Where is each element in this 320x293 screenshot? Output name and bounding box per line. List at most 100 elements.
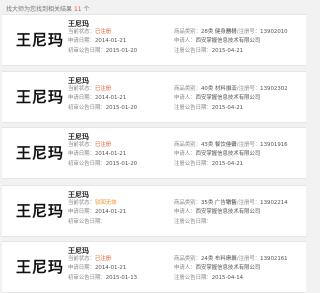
apply-date-label: 申请日期：: [68, 38, 95, 44]
reg-date-row: 注册公告日期：2015-04-21: [174, 105, 243, 111]
trademark-title[interactable]: 王尼玛: [68, 76, 89, 86]
status-badge: 已注册: [94, 29, 112, 35]
trademark-card[interactable]: 王尼玛 王尼玛 当前状态：已注册 申请日期：2014-01-21 初审公告日期：…: [2, 127, 306, 179]
results-prefix: 找大师为您找到相关结果: [6, 6, 73, 13]
prelim-date-row: 初审公告日期：2015-01-20: [68, 105, 137, 111]
applicant-value: 西安掌握信息技术有限公司: [195, 265, 261, 271]
apply-date-row: 申请日期：2014-01-21: [68, 95, 126, 101]
apply-date-label: 申请日期：: [68, 209, 95, 215]
trademark-logo-image[interactable]: 王尼玛: [16, 200, 64, 221]
apply-date-row: 申请日期：2014-01-21: [68, 265, 126, 271]
category-label: 商品类别：: [174, 86, 201, 92]
apply-date-row: 申请日期：2014-01-21: [68, 151, 126, 157]
reg-no-row: 申请/注册号：13902302: [226, 86, 288, 92]
trademark-logo-image[interactable]: 王尼玛: [16, 142, 64, 163]
applicant-value: 西安掌握信息技术有限公司: [195, 38, 261, 44]
category-label: 商品类别：: [174, 256, 201, 262]
applicant-label: 申请人：: [174, 151, 196, 157]
reg-date-value: 2015-04-21: [211, 48, 244, 54]
status-label: 当前状态：: [68, 200, 95, 206]
applicant-label: 申请人：: [174, 209, 196, 215]
prelim-date-value: 2015-01-20: [105, 105, 138, 111]
reg-no-row: 申请/注册号：13902214: [226, 200, 288, 206]
apply-date-label: 申请日期：: [68, 151, 95, 157]
reg-no-label: 申请/注册号：: [226, 200, 261, 206]
status-label: 当前状态：: [68, 29, 95, 35]
reg-date-label: 注册公告日期：: [174, 219, 212, 225]
trademark-title[interactable]: 王尼玛: [68, 190, 89, 200]
trademark-card[interactable]: 王尼玛 王尼玛 当前状态：驳回无效 申请日期：2014-01-21 初审公告日期…: [2, 185, 306, 237]
prelim-date-label: 初审公告日期：: [68, 105, 106, 111]
status-badge: 驳回无效: [94, 200, 117, 206]
apply-date-value: 2014-01-21: [94, 209, 127, 215]
reg-date-label: 注册公告日期：: [174, 48, 212, 54]
reg-no-row: 申请/注册号：13902010: [226, 29, 288, 35]
prelim-date-row: 初审公告日期：: [68, 219, 106, 225]
reg-date-row: 注册公告日期：2015-04-21: [174, 161, 243, 167]
prelim-date-label: 初审公告日期：: [68, 219, 106, 225]
apply-date-row: 申请日期：2014-01-21: [68, 38, 126, 44]
status-label: 当前状态：: [68, 86, 95, 92]
apply-date-value: 2014-01-21: [94, 151, 127, 157]
status-row: 当前状态：已注册: [68, 256, 111, 262]
apply-date-value: 2014-01-21: [94, 265, 127, 271]
trademark-title[interactable]: 王尼玛: [68, 19, 89, 29]
reg-no-label: 申请/注册号：: [226, 142, 261, 148]
applicant-value: 西安掌握信息技术有限公司: [195, 95, 261, 101]
trademark-card[interactable]: 王尼玛 王尼玛 当前状态：已注册 申请日期：2014-01-21 初审公告日期：…: [2, 71, 306, 123]
reg-no-label: 申请/注册号：: [226, 29, 261, 35]
trademark-title[interactable]: 王尼玛: [68, 132, 89, 142]
status-row: 当前状态：已注册: [68, 29, 111, 35]
reg-date-value: 2015-04-21: [211, 161, 244, 167]
applicant-value: 西安掌握信息技术有限公司: [195, 151, 261, 157]
applicant-row: 申请人：西安掌握信息技术有限公司: [174, 265, 260, 271]
prelim-date-value: 2015-01-20: [105, 48, 138, 54]
reg-date-row: 注册公告日期：: [174, 219, 212, 225]
status-label: 当前状态：: [68, 256, 95, 262]
applicant-label: 申请人：: [174, 38, 196, 44]
results-count: 11: [73, 6, 82, 13]
prelim-date-value: 2015-01-20: [105, 161, 138, 167]
status-row: 当前状态：驳回无效: [68, 200, 117, 206]
reg-date-label: 注册公告日期：: [174, 275, 212, 281]
applicant-label: 申请人：: [174, 265, 196, 271]
reg-date-label: 注册公告日期：: [174, 105, 212, 111]
applicant-row: 申请人：西安掌握信息技术有限公司: [174, 95, 260, 101]
prelim-date-label: 初审公告日期：: [68, 48, 106, 54]
applicant-label: 申请人：: [174, 95, 196, 101]
reg-no-row: 申请/注册号：13901916: [226, 142, 288, 148]
status-row: 当前状态：已注册: [68, 142, 111, 148]
reg-no-row: 申请/注册号：13902161: [226, 256, 288, 262]
category-label: 商品类别：: [174, 200, 201, 206]
results-summary: 找大师为您找到相关结果 11 个: [6, 4, 90, 13]
results-suffix: 个: [83, 6, 90, 13]
reg-no-label: 申请/注册号：: [226, 86, 261, 92]
apply-date-row: 申请日期：2014-01-21: [68, 209, 126, 215]
apply-date-value: 2014-01-21: [94, 95, 127, 101]
trademark-logo-image[interactable]: 王尼玛: [16, 86, 64, 107]
category-label: 商品类别：: [174, 142, 201, 148]
apply-date-value: 2014-01-21: [94, 38, 127, 44]
reg-no-value: 13902214: [260, 200, 288, 206]
applicant-row: 申请人：西安掌握信息技术有限公司: [174, 38, 260, 44]
reg-date-row: 注册公告日期：2015-04-14: [174, 275, 243, 281]
apply-date-label: 申请日期：: [68, 95, 95, 101]
trademark-logo-image[interactable]: 王尼玛: [16, 29, 64, 50]
trademark-card[interactable]: 王尼玛 王尼玛 当前状态：已注册 申请日期：2014-01-21 初审公告日期：…: [2, 14, 306, 66]
reg-no-label: 申请/注册号：: [226, 256, 261, 262]
status-label: 当前状态：: [68, 142, 95, 148]
trademark-title[interactable]: 王尼玛: [68, 246, 89, 256]
reg-no-value: 13901916: [260, 142, 288, 148]
trademark-card[interactable]: 王尼玛 王尼玛 当前状态：已注册 申请日期：2014-01-21 初审公告日期：…: [2, 241, 306, 293]
status-row: 当前状态：已注册: [68, 86, 111, 92]
status-badge: 已注册: [94, 142, 112, 148]
reg-no-value: 13902302: [260, 86, 288, 92]
prelim-date-label: 初审公告日期：: [68, 275, 106, 281]
trademark-logo-image[interactable]: 王尼玛: [16, 256, 64, 277]
status-badge: 已注册: [94, 86, 112, 92]
prelim-date-row: 初审公告日期：2015-01-20: [68, 161, 137, 167]
reg-no-value: 13902161: [260, 256, 288, 262]
status-badge: 已注册: [94, 256, 112, 262]
apply-date-label: 申请日期：: [68, 265, 95, 271]
category-label: 商品类别：: [174, 29, 201, 35]
